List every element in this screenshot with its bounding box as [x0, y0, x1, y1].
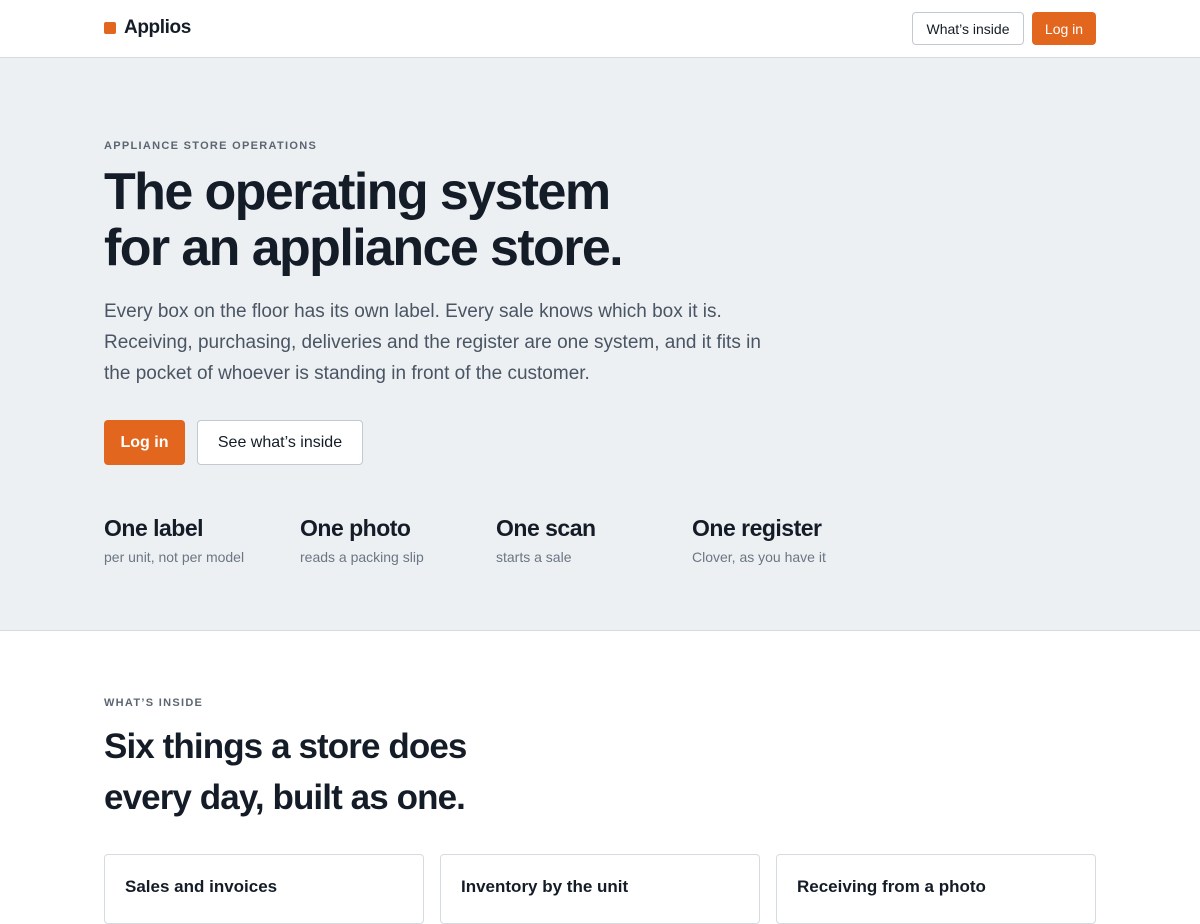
- stat-one-label: One label per unit, not per model: [104, 514, 294, 566]
- feature-card-title: Receiving from a photo: [797, 877, 986, 896]
- whats-inside-nav-button[interactable]: What’s inside: [912, 12, 1024, 45]
- hero-login-button[interactable]: Log in: [104, 420, 185, 465]
- section-title-line-2: every day, built as one.: [104, 778, 466, 817]
- hero-headline-line-2: for an appliance store.: [104, 219, 624, 277]
- feature-card-title: Sales and invoices: [125, 877, 278, 896]
- top-navigation-bar: Applios What’s inside Log in: [0, 0, 1200, 58]
- hero-section: APPLIANCE STORE OPERATIONS The operating…: [0, 58, 1200, 631]
- hero-headline-line-1: The operating system: [104, 163, 611, 221]
- hero-eyebrow: APPLIANCE STORE OPERATIONS: [104, 140, 318, 152]
- feature-card-inventory[interactable]: Inventory by the unit: [440, 854, 760, 924]
- stat-subtitle: Clover, as you have it: [692, 549, 826, 565]
- hero-stats: One label per unit, not per model One ph…: [104, 514, 904, 574]
- whats-inside-section: WHAT’S INSIDE Six things a store does ev…: [0, 631, 1200, 924]
- section-title-line-1: Six things a store does: [104, 727, 467, 766]
- stat-title: One register: [692, 515, 822, 541]
- hero-description: Every box on the floor has its own label…: [104, 301, 761, 384]
- feature-card-receiving[interactable]: Receiving from a photo: [776, 854, 1096, 924]
- section-title: Six things a store does every day, built…: [104, 721, 624, 823]
- stat-title: One scan: [496, 515, 596, 541]
- feature-card-sales-invoices[interactable]: Sales and invoices: [104, 854, 424, 924]
- stat-one-scan: One scan starts a sale: [496, 514, 686, 566]
- feature-card-title: Inventory by the unit: [461, 877, 629, 896]
- hero-see-whats-inside-button[interactable]: See what’s inside: [197, 420, 363, 465]
- stat-title: One label: [104, 515, 204, 541]
- brand-name: Applios: [124, 17, 191, 38]
- section-eyebrow: WHAT’S INSIDE: [104, 697, 204, 709]
- stat-subtitle: starts a sale: [496, 549, 572, 565]
- stat-subtitle: reads a packing slip: [300, 549, 424, 565]
- login-nav-button[interactable]: Log in: [1032, 12, 1096, 45]
- stat-one-photo: One photo reads a packing slip: [300, 514, 490, 566]
- brand-square-icon: [104, 22, 116, 34]
- hero-headline: The operating system for an appliance st…: [104, 164, 744, 276]
- brand-logo[interactable]: Applios: [104, 16, 191, 40]
- stat-subtitle: per unit, not per model: [104, 549, 245, 565]
- stat-one-register: One register Clover, as you have it: [692, 514, 882, 566]
- stat-title: One photo: [300, 515, 411, 541]
